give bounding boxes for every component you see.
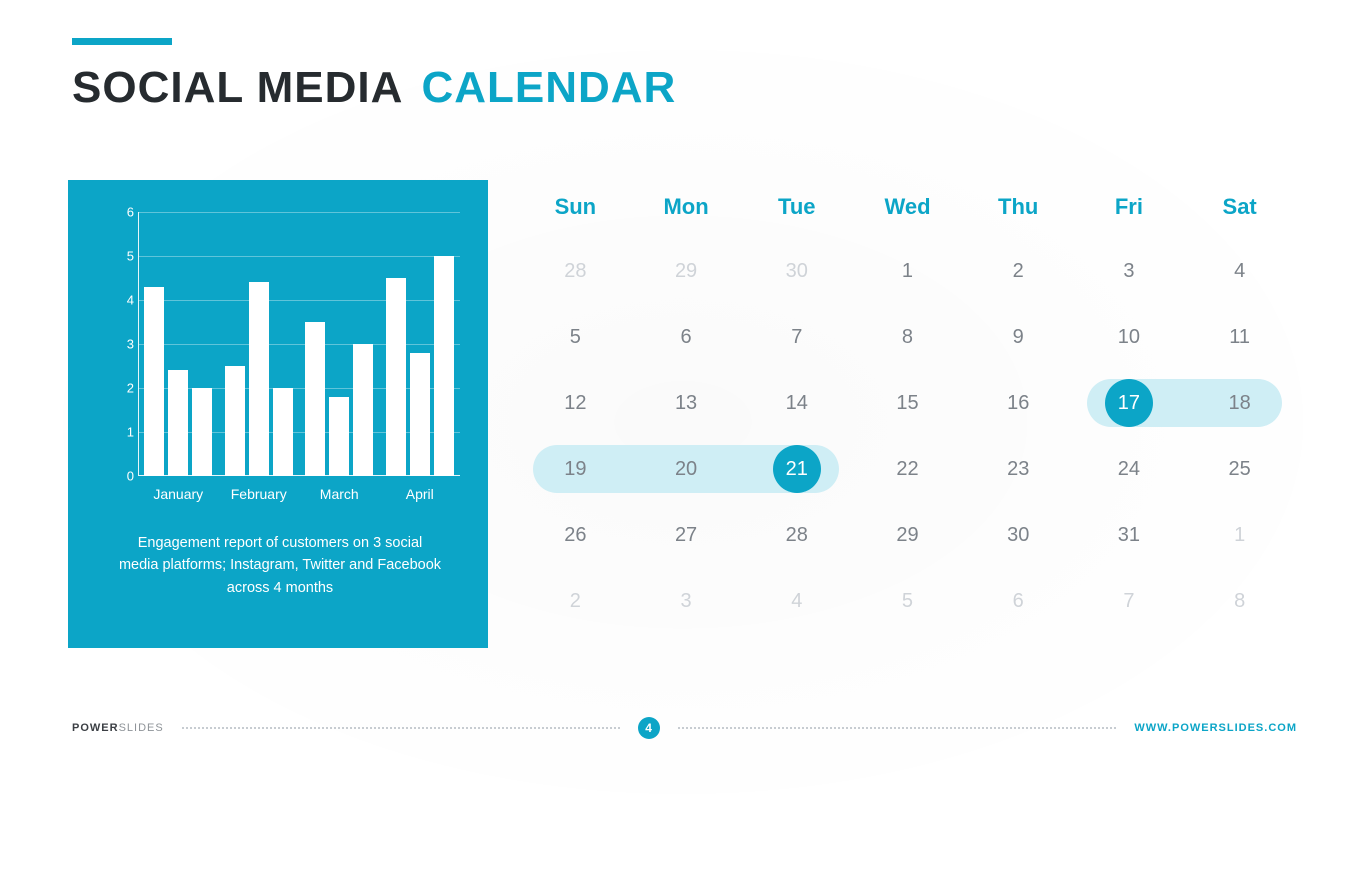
calendar-day[interactable]: 30	[741, 238, 852, 304]
bar-group	[299, 212, 380, 476]
calendar-day[interactable]: 12	[520, 370, 631, 436]
bar	[249, 282, 269, 476]
page-number-badge: 4	[638, 717, 660, 739]
calendar-day[interactable]: 20	[631, 436, 742, 502]
x-label: January	[138, 486, 219, 502]
calendar-dow: Fri	[1074, 188, 1185, 238]
calendar-day[interactable]: 13	[631, 370, 742, 436]
calendar-day[interactable]: 4	[1184, 238, 1295, 304]
y-tick: 2	[114, 381, 134, 396]
calendar-day[interactable]: 10	[1074, 304, 1185, 370]
calendar-day[interactable]: 21	[741, 436, 852, 502]
bar	[192, 388, 212, 476]
bar	[305, 322, 325, 476]
calendar-day[interactable]: 23	[963, 436, 1074, 502]
calendar-day[interactable]: 14	[741, 370, 852, 436]
calendar-day[interactable]: 1	[852, 238, 963, 304]
calendar: SunMonTueWedThuFriSat 282930123456789101…	[488, 180, 1305, 648]
calendar-dow: Wed	[852, 188, 963, 238]
calendar-day[interactable]: 17	[1074, 370, 1185, 436]
calendar-day[interactable]: 18	[1184, 370, 1295, 436]
calendar-day[interactable]: 30	[963, 502, 1074, 568]
calendar-dow: Tue	[741, 188, 852, 238]
calendar-day[interactable]: 3	[1074, 238, 1185, 304]
calendar-day[interactable]: 26	[520, 502, 631, 568]
calendar-day[interactable]: 24	[1074, 436, 1185, 502]
calendar-day[interactable]: 9	[963, 304, 1074, 370]
x-label: March	[299, 486, 380, 502]
calendar-day[interactable]: 5	[520, 304, 631, 370]
footer-url: WWW.POWERSLIDES.COM	[1134, 722, 1297, 734]
footer-brand: POWERSLIDES	[72, 722, 164, 734]
y-tick: 6	[114, 205, 134, 220]
calendar-day[interactable]: 5	[852, 568, 963, 634]
engagement-panel: 0 1 2 3 4 5 6 JanuaryFebruaryMarchApril Engage…	[68, 180, 488, 648]
calendar-day[interactable]: 28	[520, 238, 631, 304]
calendar-day[interactable]: 29	[852, 502, 963, 568]
calendar-day[interactable]: 29	[631, 238, 742, 304]
bar	[434, 256, 454, 476]
calendar-day[interactable]: 8	[852, 304, 963, 370]
y-tick: 5	[114, 249, 134, 264]
calendar-day[interactable]: 7	[741, 304, 852, 370]
title-part-1: SOCIAL MEDIA	[72, 63, 403, 113]
calendar-day[interactable]: 15	[852, 370, 963, 436]
calendar-day[interactable]: 19	[520, 436, 631, 502]
bar	[144, 287, 164, 476]
calendar-day[interactable]: 28	[741, 502, 852, 568]
footer-divider-right	[678, 727, 1116, 729]
title-accent-bar	[72, 38, 172, 45]
bar-group	[138, 212, 219, 476]
calendar-day[interactable]: 22	[852, 436, 963, 502]
footer: POWERSLIDES 4 WWW.POWERSLIDES.COM	[72, 717, 1297, 739]
calendar-day[interactable]: 16	[963, 370, 1074, 436]
x-label: February	[219, 486, 300, 502]
chart-caption: Engagement report of customers on 3 soci…	[100, 532, 460, 599]
y-tick: 0	[114, 469, 134, 484]
calendar-day[interactable]: 31	[1074, 502, 1185, 568]
calendar-day[interactable]: 8	[1184, 568, 1295, 634]
calendar-day[interactable]: 1	[1184, 502, 1295, 568]
calendar-week: 2627282930311	[520, 502, 1295, 568]
calendar-day[interactable]: 7	[1074, 568, 1185, 634]
bar	[353, 344, 373, 476]
calendar-week: 19202122232425	[520, 436, 1295, 502]
calendar-dow: Sun	[520, 188, 631, 238]
calendar-day[interactable]: 2	[520, 568, 631, 634]
bar	[168, 370, 188, 476]
page-title: SOCIAL MEDIA CALENDAR	[72, 63, 676, 113]
bar	[329, 397, 349, 476]
calendar-dow: Sat	[1184, 188, 1295, 238]
engagement-bar-chart: 0123456 JanuaryFebruaryMarchApril	[114, 212, 460, 502]
calendar-day[interactable]: 11	[1184, 304, 1295, 370]
bar	[225, 366, 245, 476]
x-label: April	[380, 486, 461, 502]
title-part-2: CALENDAR	[421, 63, 676, 113]
footer-divider-left	[182, 727, 620, 729]
calendar-day[interactable]: 6	[963, 568, 1074, 634]
bar	[386, 278, 406, 476]
calendar-dow: Thu	[963, 188, 1074, 238]
calendar-week: 2829301234	[520, 238, 1295, 304]
bar	[273, 388, 293, 476]
bar-group	[380, 212, 461, 476]
calendar-week: 2345678	[520, 568, 1295, 634]
calendar-day[interactable]: 4	[741, 568, 852, 634]
calendar-day[interactable]: 27	[631, 502, 742, 568]
calendar-week: 12131415161718	[520, 370, 1295, 436]
calendar-day[interactable]: 25	[1184, 436, 1295, 502]
calendar-dow: Mon	[631, 188, 742, 238]
calendar-week: 567891011	[520, 304, 1295, 370]
y-tick: 4	[114, 293, 134, 308]
y-tick: 3	[114, 337, 134, 352]
y-tick: 1	[114, 425, 134, 440]
bar-group	[219, 212, 300, 476]
calendar-day[interactable]: 6	[631, 304, 742, 370]
bar	[410, 353, 430, 476]
calendar-day[interactable]: 2	[963, 238, 1074, 304]
calendar-day[interactable]: 3	[631, 568, 742, 634]
